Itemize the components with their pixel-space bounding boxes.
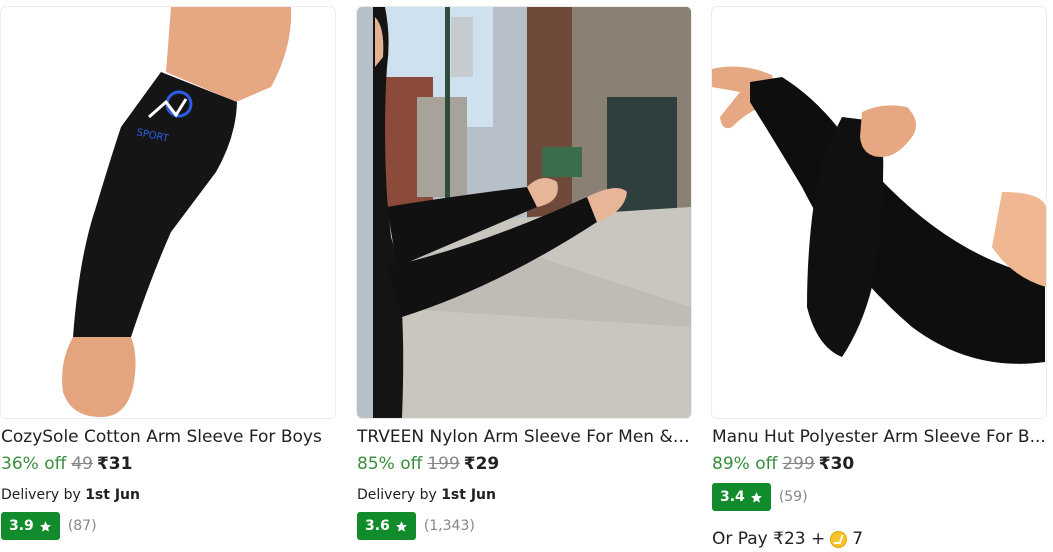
or-pay-prefix: Or Pay ₹23 + [712, 529, 826, 549]
delivery-date: 1st Jun [441, 487, 496, 503]
discount-percent: 36% off [1, 454, 67, 474]
star-icon [750, 491, 762, 503]
rating-badge: 3.4 [712, 483, 771, 511]
product-image-1[interactable]: SPORT [0, 6, 336, 419]
product-title[interactable]: CozySole Cotton Arm Sleeve For Boys [1, 426, 335, 448]
product-title[interactable]: TRVEEN Nylon Arm Sleeve For Men & ... [357, 426, 691, 448]
price-row: 36% off 49 ₹31 [1, 453, 132, 475]
mrp-price: 199 [427, 454, 460, 474]
mrp-price: 49 [71, 454, 93, 474]
rating-value: 3.6 [365, 518, 390, 534]
rating-count: (1,343) [423, 518, 475, 534]
rating-badge: 3.6 [357, 512, 416, 540]
supercoin-icon [830, 530, 848, 548]
product-title[interactable]: Manu Hut Polyester Arm Sleeve For B... [712, 426, 1046, 448]
delivery-date: 1st Jun [85, 487, 140, 503]
delivery-info: Delivery by 1st Jun [1, 485, 140, 505]
rating-count: (59) [778, 489, 808, 505]
discount-percent: 85% off [357, 454, 423, 474]
rating-value: 3.4 [720, 489, 745, 505]
product-image-2[interactable] [356, 6, 692, 419]
product-image-3[interactable] [711, 6, 1047, 419]
mrp-price: 299 [782, 454, 815, 474]
delivery-info: Delivery by 1st Jun [357, 485, 496, 505]
product-card-2[interactable]: TRVEEN Nylon Arm Sleeve For Men & ... 85… [356, 0, 692, 552]
rating-value: 3.9 [9, 518, 34, 534]
rating-row: 3.6 (1,343) [357, 512, 475, 540]
or-pay-coins: Or Pay ₹23 + 7 [712, 528, 863, 550]
discount-percent: 89% off [712, 454, 778, 474]
selling-price: ₹29 [463, 454, 500, 474]
delivery-prefix: Delivery by [1, 487, 81, 503]
star-icon [39, 520, 51, 532]
product-card-1[interactable]: SPORT CozySole Cotton Arm Sleeve For Boy… [0, 0, 336, 552]
rating-badge: 3.9 [1, 512, 60, 540]
product-card-3[interactable]: Manu Hut Polyester Arm Sleeve For B... 8… [711, 0, 1047, 552]
coin-amount: 7 [852, 529, 864, 549]
selling-price: ₹30 [818, 454, 855, 474]
rating-row: 3.4 (59) [712, 483, 808, 511]
rating-row: 3.9 (87) [1, 512, 97, 540]
delivery-prefix: Delivery by [357, 487, 437, 503]
star-icon [395, 520, 407, 532]
rating-count: (87) [67, 518, 97, 534]
price-row: 89% off 299 ₹30 [712, 453, 854, 475]
price-row: 85% off 199 ₹29 [357, 453, 499, 475]
selling-price: ₹31 [96, 454, 133, 474]
